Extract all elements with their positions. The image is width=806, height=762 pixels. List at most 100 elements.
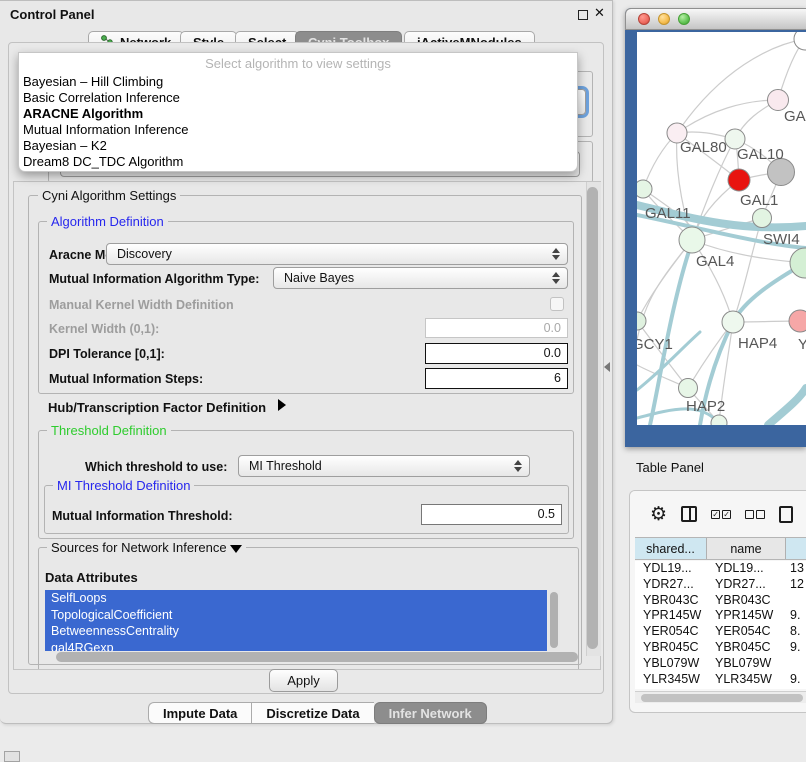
node-label: GAL80 (680, 139, 727, 156)
network-node[interactable] (637, 180, 652, 198)
network-node[interactable] (637, 312, 646, 330)
algorithm-option[interactable]: Bayesian – Hill Climbing (19, 74, 577, 90)
table-cell: YIL052C (707, 687, 786, 689)
minimize-traffic-icon[interactable] (658, 13, 670, 25)
network-node[interactable] (753, 209, 772, 228)
maximize-traffic-icon[interactable] (678, 13, 690, 25)
network-node[interactable] (789, 310, 806, 332)
network-node[interactable] (794, 32, 806, 50)
settings-hscrollbar-thumb[interactable] (56, 652, 578, 662)
attribute-item[interactable]: SelfLoops (45, 590, 547, 607)
tab-discretize-data[interactable]: Discretize Data (251, 702, 373, 724)
panel-grip-icon[interactable] (4, 751, 20, 762)
table-cell: YBL079W (707, 656, 786, 672)
which-threshold-combo[interactable]: MI Threshold (238, 455, 530, 477)
table-row[interactable]: YDL19...YDL19...13 (635, 561, 806, 577)
attribute-item[interactable]: BetweennessCentrality (45, 623, 547, 640)
kernel-width-label: Kernel Width (0,1): (49, 322, 159, 336)
deselect-all-icon[interactable] (745, 510, 765, 519)
manual-kernel-label: Manual Kernel Width Definition (49, 298, 234, 312)
algorithm-option[interactable]: Mutual Information Inference (19, 122, 577, 138)
gray-edge[interactable] (637, 240, 692, 321)
table-row[interactable]: YBL079WYBL079W (635, 656, 806, 672)
algorithm-option[interactable]: ARACNE Algorithm (19, 106, 577, 122)
table-cell: YLR345W (635, 672, 707, 688)
export-table-icon[interactable] (779, 506, 793, 523)
table-panel-title: Table Panel (636, 460, 704, 475)
apply-button[interactable]: Apply (269, 669, 338, 692)
combo-stepper-icon (552, 272, 560, 284)
dpi-tolerance-field[interactable]: 0.0 (425, 343, 568, 364)
algorithm-option[interactable]: Dream8 DC_TDC Algorithm (19, 154, 577, 170)
cyni-settings-title: Cyni Algorithm Settings (38, 189, 180, 202)
algorithm-option[interactable]: Basic Correlation Inference (19, 90, 577, 106)
dropdown-placeholder: Select algorithm to view settings (19, 53, 577, 74)
network-canvas[interactable]: GALGAL80GAL10GAL1GAL11SWI4GAL4GCY1HAP4YH… (637, 32, 806, 425)
splitpane-collapse-icon[interactable] (604, 362, 610, 372)
table-cell: YER054C (707, 624, 786, 640)
table-cell: YPR145W (635, 608, 707, 624)
network-node[interactable] (728, 169, 750, 191)
mi-threshold-field[interactable]: 0.5 (421, 504, 562, 525)
table-row[interactable]: YER054CYER054C8. (635, 624, 806, 640)
settings-vscrollbar-thumb[interactable] (587, 187, 598, 649)
node-label: HAP4 (738, 335, 777, 352)
data-attributes-list[interactable]: SelfLoopsTopologicalCoefficientBetweenne… (45, 590, 547, 651)
close-icon[interactable]: ✕ (594, 5, 605, 21)
attribute-item[interactable]: gal4RGexp (45, 640, 547, 651)
kernel-width-field[interactable]: 0.0 (425, 318, 568, 338)
which-threshold-label: Which threshold to use: (85, 460, 227, 474)
collapse-arrow-icon[interactable] (230, 545, 242, 553)
expand-arrow-icon[interactable] (278, 399, 286, 411)
network-node[interactable] (679, 379, 698, 398)
table-hscrollbar-track[interactable] (635, 691, 806, 703)
network-node[interactable] (790, 248, 806, 278)
table-cell: YBL079W (635, 656, 707, 672)
tab-infer-network[interactable]: Infer Network (374, 702, 487, 724)
table-cell: YBR043C (707, 593, 786, 609)
table-cell: YPR145W (707, 608, 786, 624)
teal-edge[interactable] (768, 388, 806, 425)
close-traffic-icon[interactable] (638, 13, 650, 25)
table-row[interactable]: YLR345WYLR345W9. (635, 672, 806, 688)
float-window-icon[interactable] (578, 10, 588, 20)
table-row[interactable]: YBR043CYBR043C (635, 593, 806, 609)
sources-title: Sources for Network Inference (47, 541, 246, 554)
settings-scroll-panel: Cyni Algorithm Settings Algorithm Defini… (13, 181, 601, 670)
gray-edge[interactable] (733, 218, 762, 322)
table-hscrollbar-thumb[interactable] (641, 694, 803, 702)
network-node[interactable] (722, 311, 744, 333)
table-row[interactable]: YPR145WYPR145W9. (635, 608, 806, 624)
table-row[interactable]: YBR045CYBR045C9. (635, 640, 806, 656)
mi-steps-label: Mutual Information Steps: (49, 372, 203, 386)
dpi-tolerance-label: DPI Tolerance [0,1]: (49, 347, 165, 361)
table-row[interactable]: YIL052CYIL052C9. (635, 687, 806, 689)
attributes-scrollbar-track[interactable] (548, 590, 560, 651)
table-row[interactable]: YDR27...YDR27...12 (635, 577, 806, 593)
column-header-shared[interactable]: shared... (635, 538, 707, 559)
algorithm-option[interactable]: Bayesian – K2 (19, 138, 577, 154)
network-node[interactable] (679, 227, 705, 253)
mi-type-combo[interactable]: Naive Bayes (273, 267, 568, 289)
aracne-mode-combo[interactable]: Discovery (106, 243, 568, 265)
combo-stepper-icon (514, 460, 522, 472)
tab-impute-data[interactable]: Impute Data (148, 702, 251, 724)
gray-edge[interactable] (677, 100, 778, 133)
column-header-partial[interactable] (786, 538, 806, 559)
table-body[interactable]: YDL19...YDL19...13YDR27...YDR27...12YBR0… (635, 561, 806, 689)
node-label: SWI4 (763, 231, 800, 248)
table-cell: YBR045C (707, 640, 786, 656)
gear-icon[interactable]: ⚙ (650, 505, 667, 524)
node-label: GCY1 (637, 336, 673, 353)
select-all-icon[interactable]: ✓✓ (711, 510, 731, 519)
columns-icon[interactable] (681, 506, 697, 522)
network-window-titlebar[interactable] (625, 8, 806, 30)
mi-steps-field[interactable]: 6 (425, 368, 568, 389)
table-cell (786, 593, 806, 609)
attributes-scrollbar-thumb[interactable] (550, 592, 558, 648)
manual-kernel-checkbox[interactable] (550, 297, 564, 311)
attribute-item[interactable]: TopologicalCoefficient (45, 607, 547, 624)
mi-threshold-label: Mutual Information Threshold: (52, 509, 233, 523)
column-header-name[interactable]: name (707, 538, 786, 559)
bottom-tab-bar: Impute Data Discretize Data Infer Networ… (148, 702, 487, 724)
